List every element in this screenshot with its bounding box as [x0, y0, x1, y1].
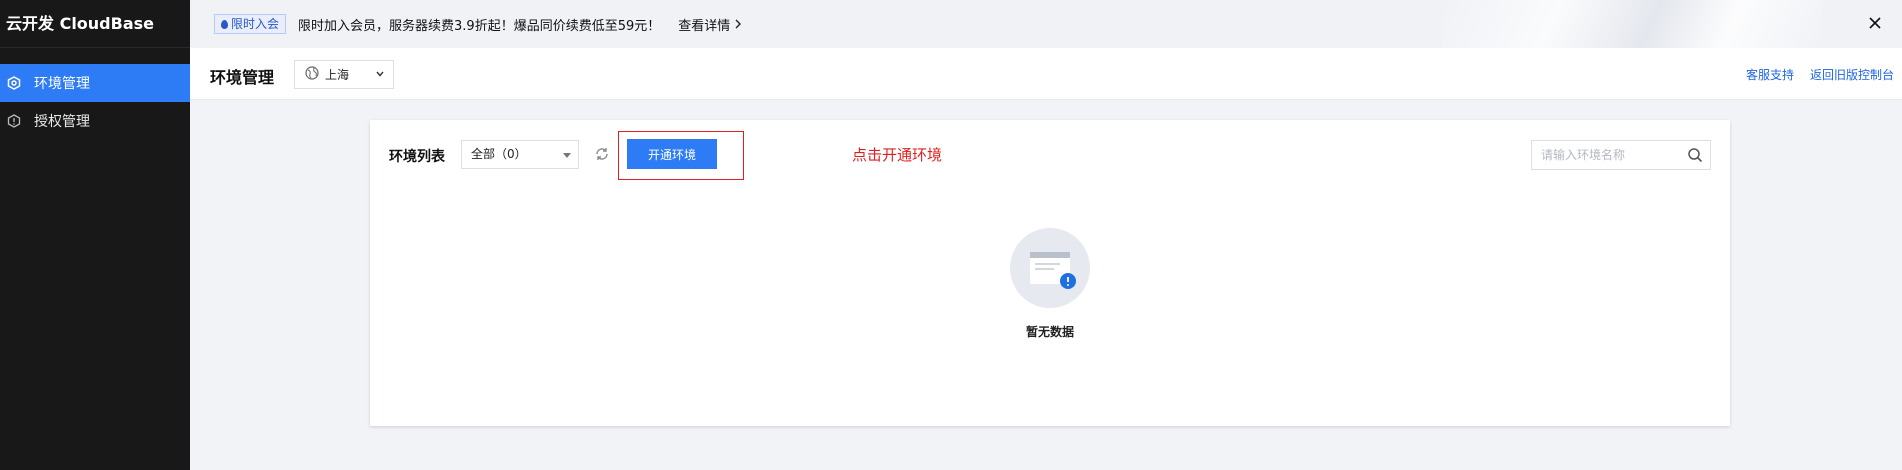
banner-decoration: [1442, 0, 1822, 48]
hexagon-settings-icon: [6, 75, 22, 91]
search-input[interactable]: [1532, 141, 1680, 169]
close-icon[interactable]: [1866, 14, 1884, 32]
environment-list-label: 环境列表: [389, 149, 445, 165]
brand-logo-text: 云开发 CloudBase: [0, 0, 190, 48]
support-link[interactable]: 客服支持: [1746, 66, 1794, 83]
region-value: 上海: [325, 68, 350, 82]
promo-banner: 限时入会 限时加入会员，服务器续费3.9折起！爆品同价续费低至59元！ 查看详情: [190, 0, 1902, 48]
sidebar: 云开发 CloudBase 环境管理 授权管理: [0, 0, 190, 470]
refresh-icon[interactable]: [594, 146, 610, 162]
sidebar-item-env-management[interactable]: 环境管理: [0, 64, 190, 102]
drop-icon: [221, 19, 228, 29]
sidebar-item-label: 授权管理: [34, 114, 90, 130]
promo-details-link[interactable]: 查看详情: [678, 15, 742, 34]
sidebar-nav: 环境管理 授权管理: [0, 64, 190, 140]
globe-icon: [305, 66, 319, 83]
empty-state-text: 暂无数据: [1025, 325, 1074, 339]
hint-annotation: 点击开通环境: [852, 146, 943, 164]
promo-badge-label: 限时入会: [231, 16, 280, 31]
page-title: 环境管理: [210, 68, 275, 87]
region-select[interactable]: 上海: [294, 60, 394, 89]
search-icon[interactable]: [1687, 147, 1703, 167]
chevron-right-icon: [735, 19, 742, 29]
chevron-down-icon: [376, 71, 384, 77]
legacy-console-link[interactable]: 返回旧版控制台: [1810, 66, 1894, 83]
empty-data-illustration-icon: [1010, 228, 1090, 308]
promo-details-label: 查看详情: [678, 18, 731, 34]
search-box: [1531, 140, 1711, 170]
environment-list-card: 环境列表 全部（0） 开通环境 点击开通环境 暂无数据: [370, 120, 1730, 426]
filter-value: 全部（0）: [471, 147, 527, 161]
page-header: 环境管理 上海 客服支持 返回旧版控制台: [190, 48, 1902, 100]
sidebar-item-auth-management[interactable]: 授权管理: [0, 102, 190, 140]
sidebar-item-label: 环境管理: [34, 76, 90, 92]
empty-state: 暂无数据: [370, 228, 1730, 340]
create-environment-button[interactable]: 开通环境: [627, 139, 717, 169]
environment-filter-select[interactable]: 全部（0）: [461, 140, 579, 169]
header-links: 客服支持 返回旧版控制台: [1746, 66, 1894, 83]
caret-down-icon: [563, 153, 571, 158]
shield-auth-icon: [6, 113, 22, 129]
promo-text: 限时加入会员，服务器续费3.9折起！爆品同价续费低至59元！: [298, 18, 661, 34]
promo-badge: 限时入会: [214, 14, 287, 34]
